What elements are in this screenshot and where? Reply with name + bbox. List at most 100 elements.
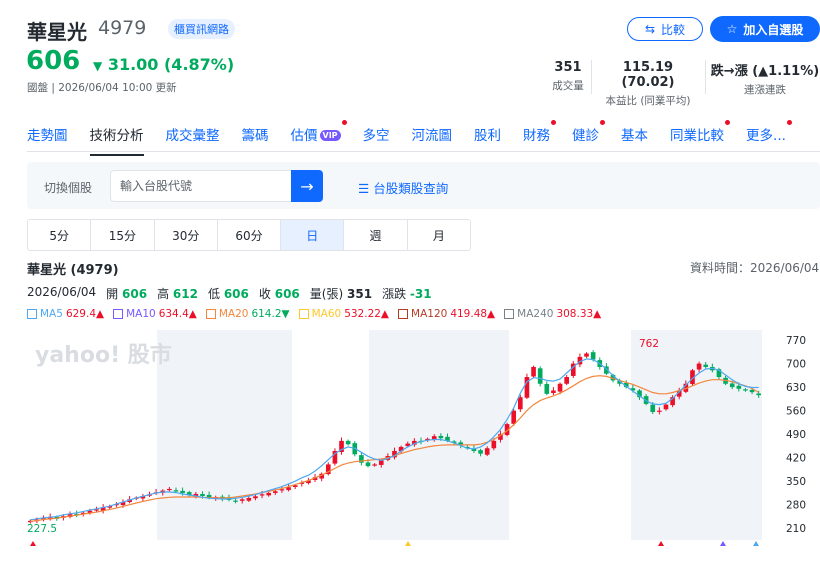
price-change: ▼ 31.00 (4.87%) (93, 55, 234, 74)
period-5min[interactable]: 5分 (28, 220, 92, 250)
tab-valuation[interactable]: 估價 VIP (291, 120, 347, 150)
month-band (631, 330, 762, 540)
ma10-toggle[interactable]: MA10 634.4▲ (113, 308, 197, 320)
period-15min[interactable]: 15分 (91, 220, 155, 250)
candle-body (259, 494, 265, 496)
period-selector: 5分 15分 30分 60分 日 週 月 (27, 219, 471, 251)
candle-body (246, 498, 252, 501)
stock-code-input[interactable]: 輸入台股代號 (110, 170, 292, 202)
checkbox-icon (27, 309, 37, 319)
ma120-toggle[interactable]: MA120 419.48▲ (398, 308, 495, 320)
update-time: 國盤 | 2026/06/04 10:00 更新 (27, 82, 177, 94)
candle-body (511, 410, 517, 424)
data-time: 資料時間：2026/06/04 (690, 261, 820, 275)
market-badge[interactable]: 櫃買訊網路 (168, 19, 235, 39)
add-watchlist-button[interactable]: ☆ 加入自選股 (710, 16, 820, 42)
y-tick-label: 210 (786, 523, 806, 535)
open-field: 開 606 (106, 287, 148, 301)
tab-trend[interactable]: 走勢圖 (27, 124, 68, 150)
checkbox-icon (205, 309, 216, 319)
tab-peer-compare[interactable]: 同業比較 (670, 120, 731, 150)
candlestick-chart[interactable]: yahoo! 股市 770 700 630 560 490 420 350 280 210 762 2… (27, 330, 820, 552)
compare-button[interactable]: ⇆ 比較 (627, 17, 703, 41)
streak-stat: 跌→漲 (▲1.11%) 連漲連跌 (710, 60, 820, 97)
tab-technical[interactable]: 技術分析 (89, 124, 144, 156)
candle-body (749, 389, 755, 393)
volume-value: 351 (554, 60, 582, 75)
signal-marker-icon (753, 541, 759, 546)
candle-body (743, 389, 748, 391)
period-week[interactable]: 週 (344, 220, 408, 250)
signal-marker-icon (658, 541, 664, 546)
min-price-label: 227.5 (27, 523, 57, 535)
low-field: 低 606 (207, 287, 249, 301)
candle-body (657, 410, 662, 412)
candle-body (650, 404, 656, 412)
tab-dividend[interactable]: 股利 (474, 124, 501, 150)
period-month[interactable]: 月 (408, 220, 470, 250)
candle-body (253, 496, 258, 499)
tab-river-chart[interactable]: 河流圖 (412, 124, 453, 150)
y-tick-label: 280 (786, 500, 806, 512)
arrow-right-icon: → (300, 176, 314, 196)
notification-dot (786, 120, 792, 125)
vip-badge: VIP (319, 130, 341, 141)
stock-nav-tabs: 走勢圖 技術分析 成交彙整 籌碼 估價 VIP 多空 河流圖 股利 財務 健診 基… (27, 120, 808, 156)
candle-body (557, 383, 563, 392)
ma5-toggle[interactable]: MA5 629.4▲ (27, 308, 104, 320)
stat-divider (705, 60, 706, 94)
candle-body (703, 364, 709, 367)
month-band (369, 330, 509, 540)
pe-label: 本益比 (同業平均) (605, 95, 691, 107)
tab-more[interactable]: 更多... (746, 120, 792, 150)
candle-body (537, 368, 543, 384)
ohlc-row: 2026/06/04 開 606 高 612 低 606 收 606 量(張) … (27, 285, 432, 302)
streak-value: 跌→漲 (▲1.11%) (710, 64, 820, 79)
candle-body (590, 352, 596, 360)
candle-body (696, 363, 702, 370)
tab-health[interactable]: 健診 (572, 120, 606, 150)
checkbox-icon (298, 309, 309, 319)
streak-label: 連漲連跌 (744, 84, 786, 96)
candle-body (365, 462, 371, 467)
candle-body (272, 491, 278, 493)
chart-title: 華星光 (4979) (27, 263, 119, 278)
candle-body (663, 404, 669, 410)
y-tick-label: 490 (786, 429, 806, 441)
ma60-toggle[interactable]: MA60 532.22▲ (298, 308, 389, 320)
high-field: 高 612 (157, 287, 198, 301)
ohlc-date: 2026/06/04 (27, 285, 97, 299)
period-30min[interactable]: 30分 (155, 220, 218, 250)
candle-body (478, 450, 483, 454)
tab-chips[interactable]: 籌碼 (242, 124, 269, 150)
ma-legend: MA5 629.4▲ MA10 634.4▲ MA20 614.2▼ MA60 532.… (27, 308, 601, 320)
period-day[interactable]: 日 (281, 220, 345, 250)
compare-icon: ⇆ (644, 22, 656, 36)
list-icon: ☰ (358, 181, 370, 196)
candle-body (517, 397, 523, 410)
stock-name: 華星光 (27, 20, 87, 44)
notification-dot (600, 120, 606, 125)
ma20-toggle[interactable]: MA20 614.2▼ (205, 308, 290, 320)
tab-trades[interactable]: 成交彙整 (166, 124, 220, 150)
add-watchlist-label: 加入自選股 (743, 22, 804, 37)
notification-dot (341, 120, 347, 125)
volume-stat: 351 成交量 (548, 60, 588, 93)
category-search-link[interactable]: ☰ 台股類股查詢 (358, 178, 448, 197)
pe-value: 115.19 (70.02) (621, 60, 675, 90)
down-triangle-icon: ▼ (93, 59, 103, 73)
candle-body (438, 435, 444, 439)
pe-stat: 115.19 (70.02) 本益比 (同業平均) (596, 60, 700, 108)
ma240-toggle[interactable]: MA240 308.33▲ (504, 308, 601, 320)
notification-dot (725, 120, 731, 125)
candle-body (736, 385, 742, 389)
period-60min[interactable]: 60分 (218, 220, 282, 250)
volume-label: 成交量 (552, 80, 584, 92)
search-submit-button[interactable]: → (291, 170, 323, 202)
tab-basic[interactable]: 基本 (621, 124, 648, 150)
tab-financials[interactable]: 財務 (523, 120, 557, 150)
tab-bull-bear[interactable]: 多空 (363, 124, 390, 150)
candle-body (544, 384, 550, 394)
nav-divider (27, 151, 820, 152)
change-field: 漲跌 -31 (382, 287, 432, 301)
